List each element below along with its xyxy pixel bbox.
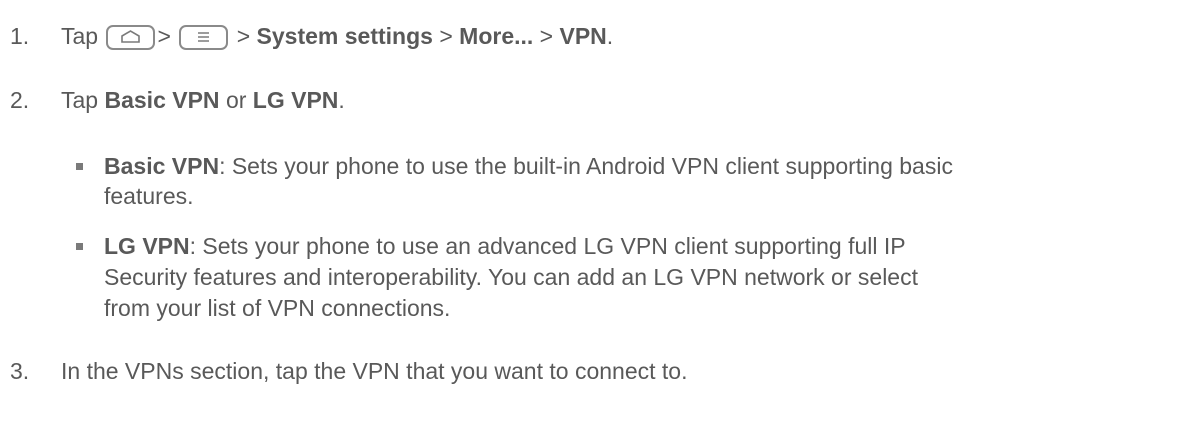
- bullet-lg-vpn-line-2: Security features and interoperability. …: [104, 263, 918, 291]
- bullet-marker: [76, 163, 83, 170]
- step-number: 2.: [10, 87, 30, 113]
- home-key-icon: [106, 25, 156, 50]
- period: .: [338, 87, 345, 113]
- bullet-description: features.: [104, 183, 194, 209]
- bullet-basic-vpn-line-2: features.: [104, 182, 194, 210]
- bullet-description: from your list of VPN connections.: [104, 295, 451, 321]
- bullet-description: : Sets your phone to use the built-in An…: [219, 153, 953, 179]
- path-more: More...: [459, 23, 534, 49]
- tap-word: Tap: [61, 87, 99, 113]
- bullet-term: Basic VPN: [104, 153, 220, 179]
- menu-key-icon: [179, 25, 229, 50]
- or-word: or: [225, 87, 247, 113]
- bullet-description: Security features and interoperability. …: [104, 264, 918, 290]
- separator: >: [236, 23, 251, 49]
- bullet-term: LG VPN: [104, 233, 190, 259]
- period: .: [606, 23, 614, 49]
- step-text: Tap Basic VPN or LG VPN.: [61, 86, 345, 114]
- path-vpn: VPN: [559, 23, 607, 49]
- separator: >: [539, 23, 554, 49]
- bullet-description: : Sets your phone to use an advanced LG …: [189, 233, 906, 259]
- document-page: { "steps": [ { "number": "1.", "tap": "T…: [0, 0, 1199, 425]
- option-lg-vpn: LG VPN: [252, 87, 339, 113]
- separator: >: [439, 23, 453, 49]
- step-number: 3.: [10, 358, 30, 384]
- bullet-lg-vpn-line-3: from your list of VPN connections.: [104, 294, 450, 322]
- tap-word: Tap: [61, 23, 99, 49]
- step-number: 1.: [10, 23, 30, 49]
- separator: >: [157, 23, 171, 49]
- step-text: Tap > > System settings > More... > VPN.: [61, 22, 613, 50]
- bullet-lg-vpn-line-1: LG VPN: Sets your phone to use an advanc…: [104, 232, 906, 260]
- step-text: In the VPNs section, tap the VPN that yo…: [61, 358, 688, 384]
- path-system-settings: System settings: [256, 23, 433, 49]
- bullet-marker: [76, 243, 83, 250]
- bullet-basic-vpn-line-1: Basic VPN: Sets your phone to use the bu…: [104, 152, 953, 180]
- option-basic-vpn: Basic VPN: [104, 87, 220, 113]
